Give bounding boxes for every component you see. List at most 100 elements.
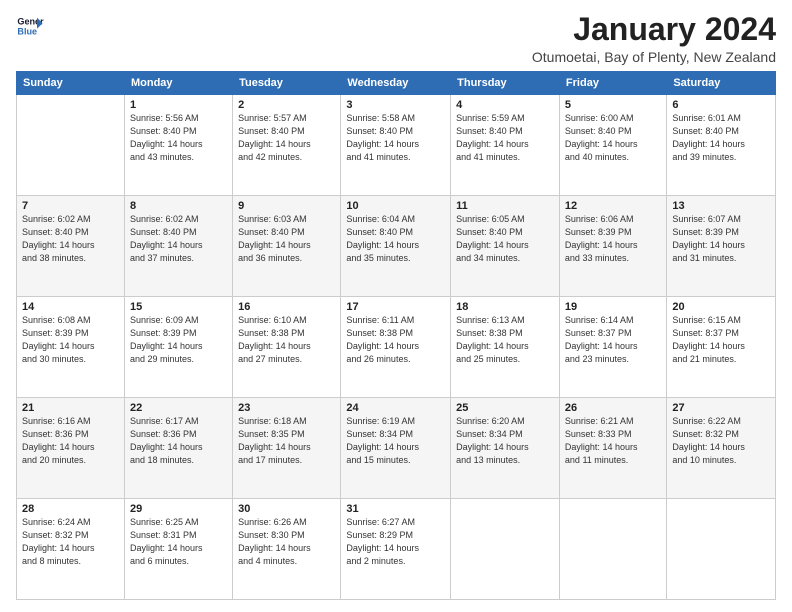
logo: General Blue xyxy=(16,12,44,40)
day-number: 21 xyxy=(22,402,119,414)
day-number: 30 xyxy=(238,503,335,515)
day-number: 19 xyxy=(565,301,661,313)
day-info: Sunrise: 6:00 AMSunset: 8:40 PMDaylight:… xyxy=(565,112,661,164)
day-number: 4 xyxy=(456,99,554,111)
day-cell xyxy=(559,499,666,600)
day-number: 14 xyxy=(22,301,119,313)
day-header-saturday: Saturday xyxy=(667,72,776,95)
day-number: 16 xyxy=(238,301,335,313)
day-cell: 20Sunrise: 6:15 AMSunset: 8:37 PMDayligh… xyxy=(667,297,776,398)
day-cell: 23Sunrise: 6:18 AMSunset: 8:35 PMDayligh… xyxy=(233,398,341,499)
day-cell xyxy=(667,499,776,600)
day-cell: 6Sunrise: 6:01 AMSunset: 8:40 PMDaylight… xyxy=(667,95,776,196)
day-cell: 10Sunrise: 6:04 AMSunset: 8:40 PMDayligh… xyxy=(341,196,451,297)
calendar-table: SundayMondayTuesdayWednesdayThursdayFrid… xyxy=(16,71,776,600)
day-number: 12 xyxy=(565,200,661,212)
day-info: Sunrise: 6:07 AMSunset: 8:39 PMDaylight:… xyxy=(672,213,770,265)
day-info: Sunrise: 6:27 AMSunset: 8:29 PMDaylight:… xyxy=(346,516,445,568)
day-number: 24 xyxy=(346,402,445,414)
day-info: Sunrise: 6:24 AMSunset: 8:32 PMDaylight:… xyxy=(22,516,119,568)
day-cell: 30Sunrise: 6:26 AMSunset: 8:30 PMDayligh… xyxy=(233,499,341,600)
title-block: January 2024 Otumoetai, Bay of Plenty, N… xyxy=(532,12,776,65)
day-info: Sunrise: 6:04 AMSunset: 8:40 PMDaylight:… xyxy=(346,213,445,265)
day-info: Sunrise: 6:08 AMSunset: 8:39 PMDaylight:… xyxy=(22,314,119,366)
day-cell: 3Sunrise: 5:58 AMSunset: 8:40 PMDaylight… xyxy=(341,95,451,196)
day-cell: 18Sunrise: 6:13 AMSunset: 8:38 PMDayligh… xyxy=(451,297,560,398)
header-row: SundayMondayTuesdayWednesdayThursdayFrid… xyxy=(17,72,776,95)
day-info: Sunrise: 6:22 AMSunset: 8:32 PMDaylight:… xyxy=(672,415,770,467)
day-number: 23 xyxy=(238,402,335,414)
month-title: January 2024 xyxy=(532,12,776,47)
day-number: 6 xyxy=(672,99,770,111)
day-number: 26 xyxy=(565,402,661,414)
day-cell: 21Sunrise: 6:16 AMSunset: 8:36 PMDayligh… xyxy=(17,398,125,499)
day-cell: 24Sunrise: 6:19 AMSunset: 8:34 PMDayligh… xyxy=(341,398,451,499)
day-info: Sunrise: 6:06 AMSunset: 8:39 PMDaylight:… xyxy=(565,213,661,265)
day-cell: 31Sunrise: 6:27 AMSunset: 8:29 PMDayligh… xyxy=(341,499,451,600)
day-cell: 12Sunrise: 6:06 AMSunset: 8:39 PMDayligh… xyxy=(559,196,666,297)
day-info: Sunrise: 6:15 AMSunset: 8:37 PMDaylight:… xyxy=(672,314,770,366)
day-number: 29 xyxy=(130,503,227,515)
day-cell: 25Sunrise: 6:20 AMSunset: 8:34 PMDayligh… xyxy=(451,398,560,499)
day-info: Sunrise: 6:01 AMSunset: 8:40 PMDaylight:… xyxy=(672,112,770,164)
day-number: 22 xyxy=(130,402,227,414)
day-cell: 1Sunrise: 5:56 AMSunset: 8:40 PMDaylight… xyxy=(124,95,232,196)
day-number: 8 xyxy=(130,200,227,212)
day-cell xyxy=(17,95,125,196)
day-info: Sunrise: 5:56 AMSunset: 8:40 PMDaylight:… xyxy=(130,112,227,164)
day-cell: 15Sunrise: 6:09 AMSunset: 8:39 PMDayligh… xyxy=(124,297,232,398)
day-info: Sunrise: 6:20 AMSunset: 8:34 PMDaylight:… xyxy=(456,415,554,467)
day-cell: 28Sunrise: 6:24 AMSunset: 8:32 PMDayligh… xyxy=(17,499,125,600)
day-cell: 27Sunrise: 6:22 AMSunset: 8:32 PMDayligh… xyxy=(667,398,776,499)
day-header-thursday: Thursday xyxy=(451,72,560,95)
day-info: Sunrise: 6:09 AMSunset: 8:39 PMDaylight:… xyxy=(130,314,227,366)
day-cell xyxy=(451,499,560,600)
day-info: Sunrise: 5:59 AMSunset: 8:40 PMDaylight:… xyxy=(456,112,554,164)
location-title: Otumoetai, Bay of Plenty, New Zealand xyxy=(532,49,776,65)
day-cell: 8Sunrise: 6:02 AMSunset: 8:40 PMDaylight… xyxy=(124,196,232,297)
week-row-3: 14Sunrise: 6:08 AMSunset: 8:39 PMDayligh… xyxy=(17,297,776,398)
day-number: 3 xyxy=(346,99,445,111)
day-number: 27 xyxy=(672,402,770,414)
day-number: 25 xyxy=(456,402,554,414)
day-header-tuesday: Tuesday xyxy=(233,72,341,95)
day-number: 5 xyxy=(565,99,661,111)
day-info: Sunrise: 5:58 AMSunset: 8:40 PMDaylight:… xyxy=(346,112,445,164)
day-info: Sunrise: 6:02 AMSunset: 8:40 PMDaylight:… xyxy=(22,213,119,265)
svg-text:Blue: Blue xyxy=(17,26,37,36)
day-info: Sunrise: 6:03 AMSunset: 8:40 PMDaylight:… xyxy=(238,213,335,265)
day-cell: 29Sunrise: 6:25 AMSunset: 8:31 PMDayligh… xyxy=(124,499,232,600)
day-info: Sunrise: 6:11 AMSunset: 8:38 PMDaylight:… xyxy=(346,314,445,366)
day-number: 13 xyxy=(672,200,770,212)
day-number: 15 xyxy=(130,301,227,313)
day-info: Sunrise: 6:17 AMSunset: 8:36 PMDaylight:… xyxy=(130,415,227,467)
day-info: Sunrise: 6:21 AMSunset: 8:33 PMDaylight:… xyxy=(565,415,661,467)
day-number: 7 xyxy=(22,200,119,212)
day-info: Sunrise: 6:02 AMSunset: 8:40 PMDaylight:… xyxy=(130,213,227,265)
week-row-4: 21Sunrise: 6:16 AMSunset: 8:36 PMDayligh… xyxy=(17,398,776,499)
day-cell: 19Sunrise: 6:14 AMSunset: 8:37 PMDayligh… xyxy=(559,297,666,398)
day-info: Sunrise: 6:19 AMSunset: 8:34 PMDaylight:… xyxy=(346,415,445,467)
week-row-5: 28Sunrise: 6:24 AMSunset: 8:32 PMDayligh… xyxy=(17,499,776,600)
day-number: 11 xyxy=(456,200,554,212)
header: General Blue January 2024 Otumoetai, Bay… xyxy=(16,12,776,65)
day-info: Sunrise: 6:16 AMSunset: 8:36 PMDaylight:… xyxy=(22,415,119,467)
day-cell: 4Sunrise: 5:59 AMSunset: 8:40 PMDaylight… xyxy=(451,95,560,196)
week-row-2: 7Sunrise: 6:02 AMSunset: 8:40 PMDaylight… xyxy=(17,196,776,297)
day-info: Sunrise: 6:13 AMSunset: 8:38 PMDaylight:… xyxy=(456,314,554,366)
day-info: Sunrise: 6:18 AMSunset: 8:35 PMDaylight:… xyxy=(238,415,335,467)
day-cell: 11Sunrise: 6:05 AMSunset: 8:40 PMDayligh… xyxy=(451,196,560,297)
day-cell: 17Sunrise: 6:11 AMSunset: 8:38 PMDayligh… xyxy=(341,297,451,398)
day-header-wednesday: Wednesday xyxy=(341,72,451,95)
day-header-monday: Monday xyxy=(124,72,232,95)
day-header-sunday: Sunday xyxy=(17,72,125,95)
day-number: 1 xyxy=(130,99,227,111)
day-cell: 9Sunrise: 6:03 AMSunset: 8:40 PMDaylight… xyxy=(233,196,341,297)
day-info: Sunrise: 6:25 AMSunset: 8:31 PMDaylight:… xyxy=(130,516,227,568)
day-cell: 2Sunrise: 5:57 AMSunset: 8:40 PMDaylight… xyxy=(233,95,341,196)
page: General Blue January 2024 Otumoetai, Bay… xyxy=(0,0,792,612)
day-cell: 7Sunrise: 6:02 AMSunset: 8:40 PMDaylight… xyxy=(17,196,125,297)
day-number: 31 xyxy=(346,503,445,515)
logo-icon: General Blue xyxy=(16,12,44,40)
day-cell: 5Sunrise: 6:00 AMSunset: 8:40 PMDaylight… xyxy=(559,95,666,196)
